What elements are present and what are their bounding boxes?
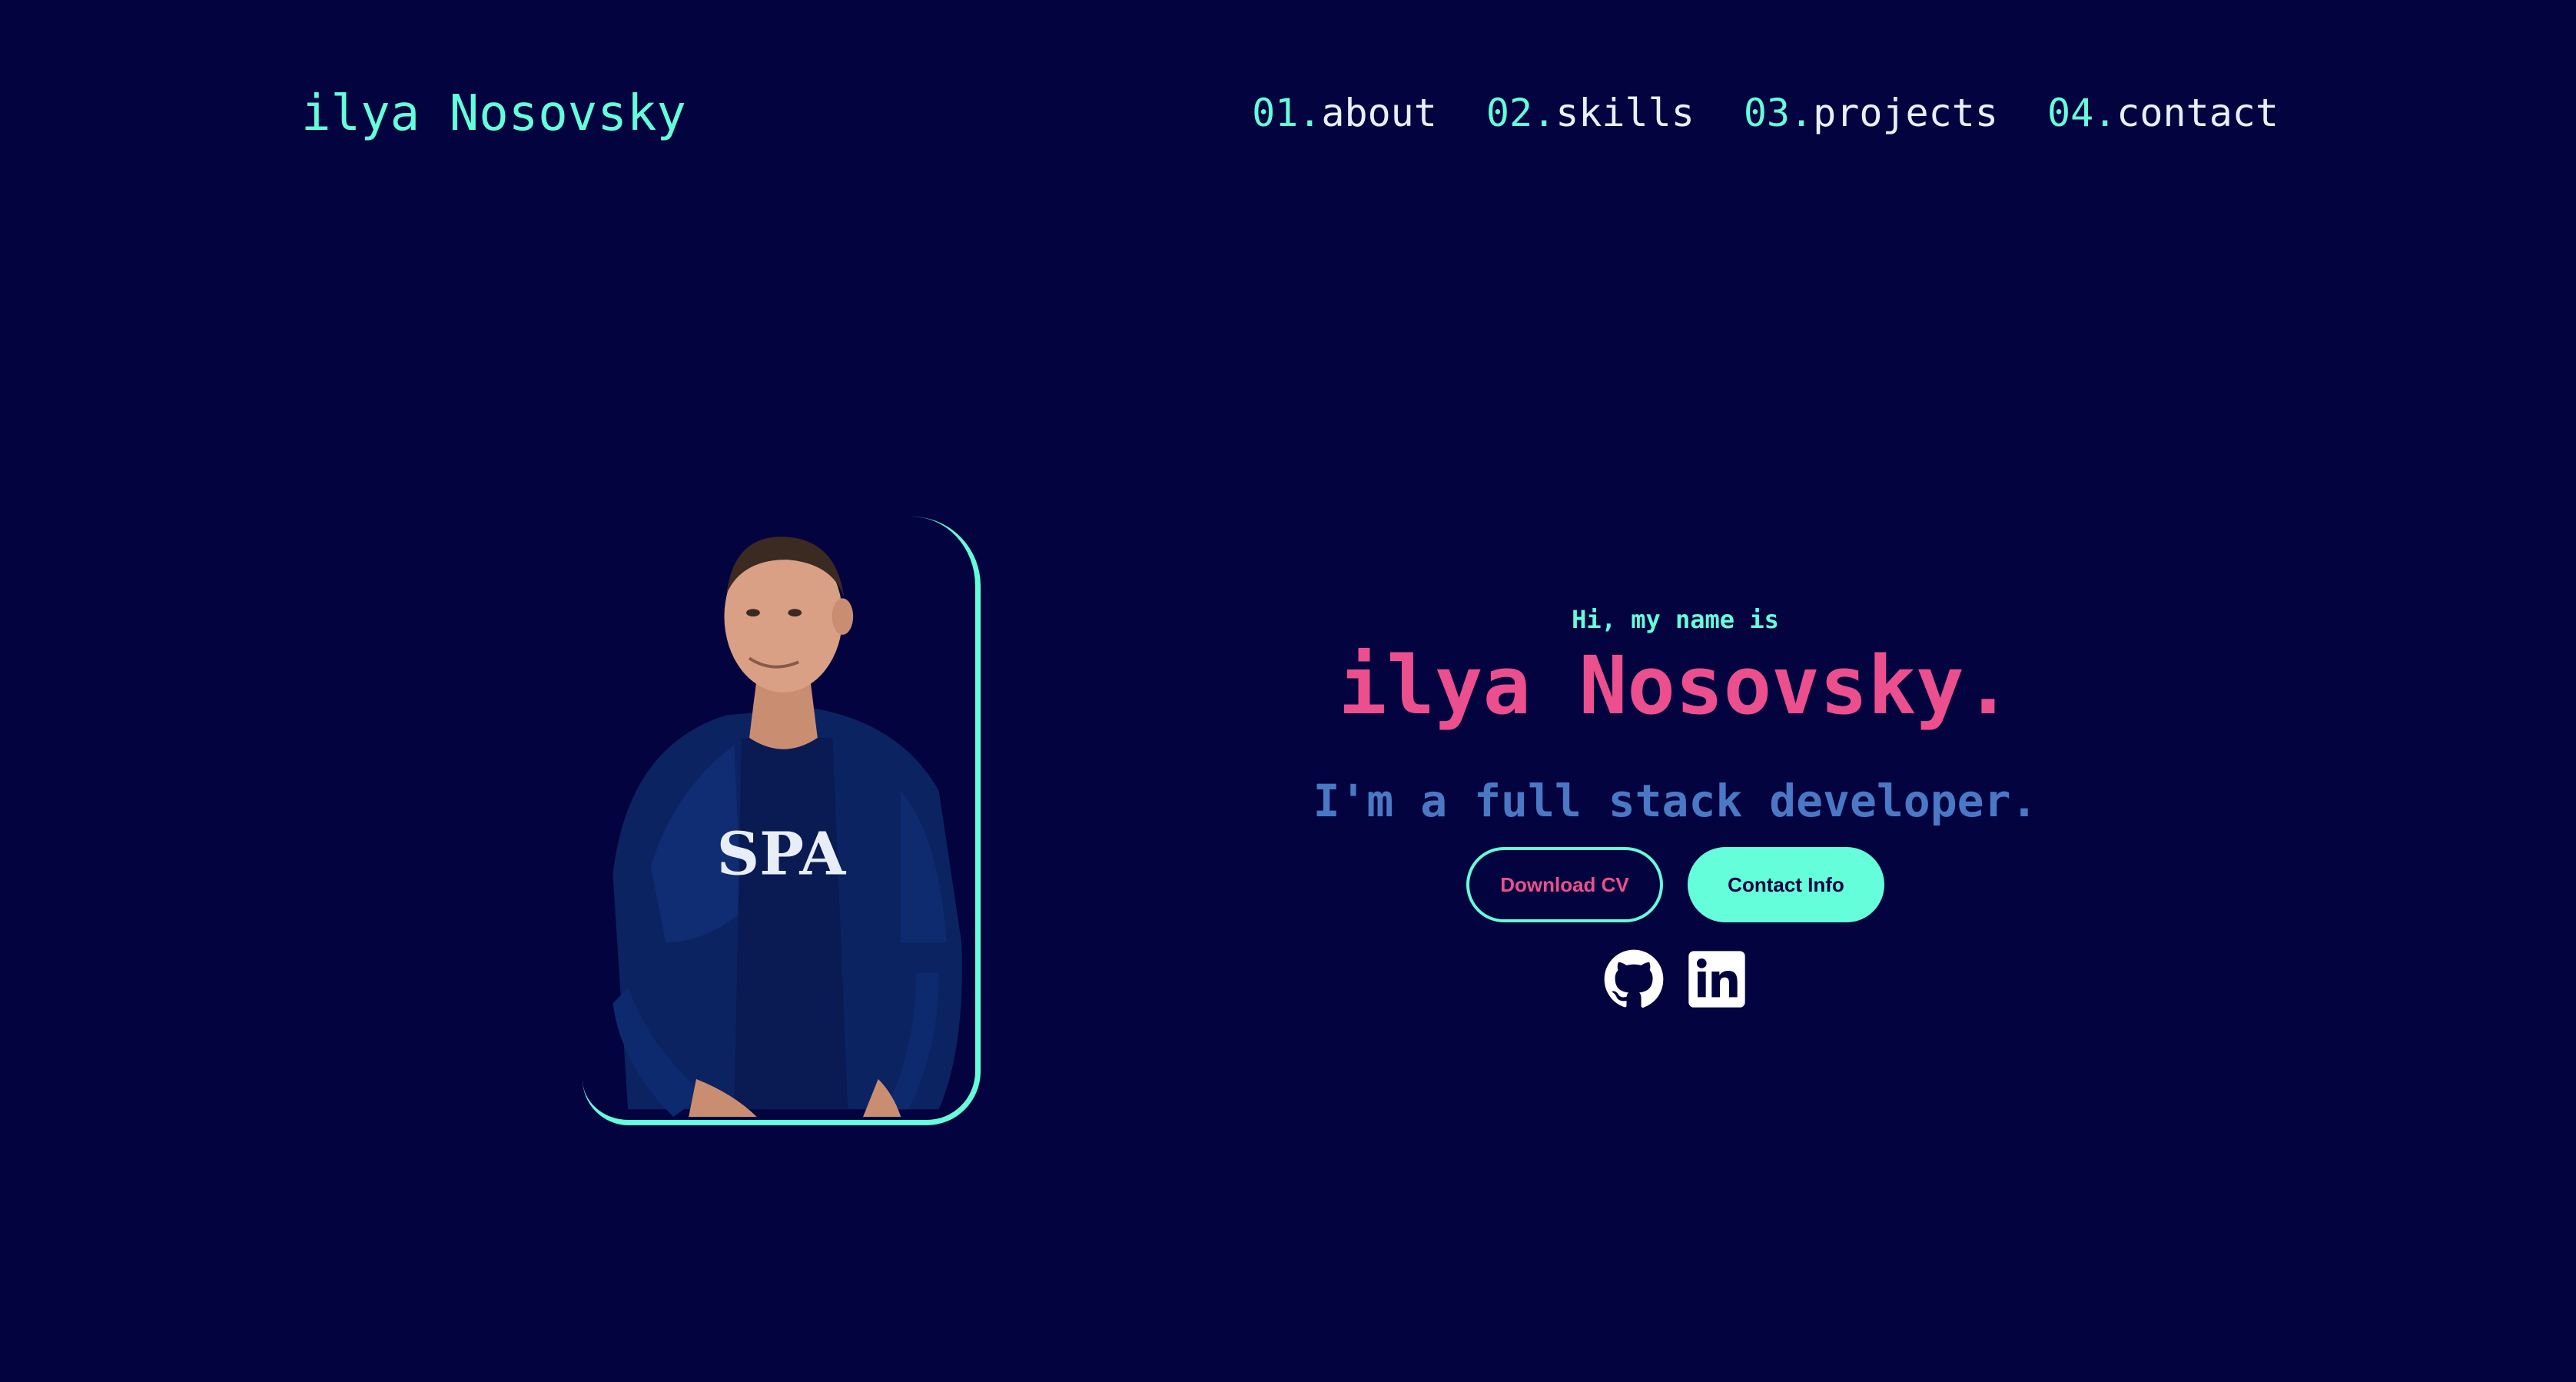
- nav-number: 03.: [1743, 91, 1814, 135]
- nav-item-skills[interactable]: 02.skills: [1486, 91, 1695, 135]
- nav-label: skills: [1555, 91, 1695, 135]
- nav-label: projects: [1813, 91, 1998, 135]
- linkedin-icon[interactable]: [1686, 948, 1748, 1010]
- nav-number: 02.: [1486, 91, 1556, 135]
- profile-photo-frame: SPA: [583, 517, 981, 1125]
- nav-label: about: [1321, 91, 1437, 135]
- nav-item-about[interactable]: 01.about: [1252, 91, 1437, 135]
- nav-number: 01.: [1252, 91, 1322, 135]
- contact-info-button[interactable]: Contact Info: [1688, 847, 1884, 922]
- nav-item-projects[interactable]: 03.projects: [1744, 91, 1998, 135]
- download-cv-button[interactable]: Download CV: [1466, 847, 1663, 922]
- nav-item-contact[interactable]: 04.contact: [2047, 91, 2279, 135]
- main-nav: 01.about 02.skills 03.projects 04.contac…: [1252, 86, 2279, 140]
- greeting-text: Hi, my name is: [1572, 605, 1779, 634]
- profile-photo: SPA: [612, 537, 962, 1118]
- github-icon[interactable]: [1603, 948, 1665, 1010]
- nav-label: contact: [2116, 91, 2279, 135]
- site-logo[interactable]: ilya Nosovsky: [301, 83, 686, 145]
- hero-section: Hi, my name is ilya Nosovsky. I'm a full…: [1230, 600, 2121, 1010]
- svg-text:SPA: SPA: [717, 820, 847, 889]
- hero-buttons: Download CV Contact Info: [1230, 847, 2121, 922]
- hero-name: ilya Nosovsky.: [1338, 639, 2013, 733]
- nav-number: 04.: [2047, 91, 2117, 135]
- hero-tagline: I'm a full stack developer.: [1313, 775, 2038, 827]
- social-links: [1230, 948, 2121, 1010]
